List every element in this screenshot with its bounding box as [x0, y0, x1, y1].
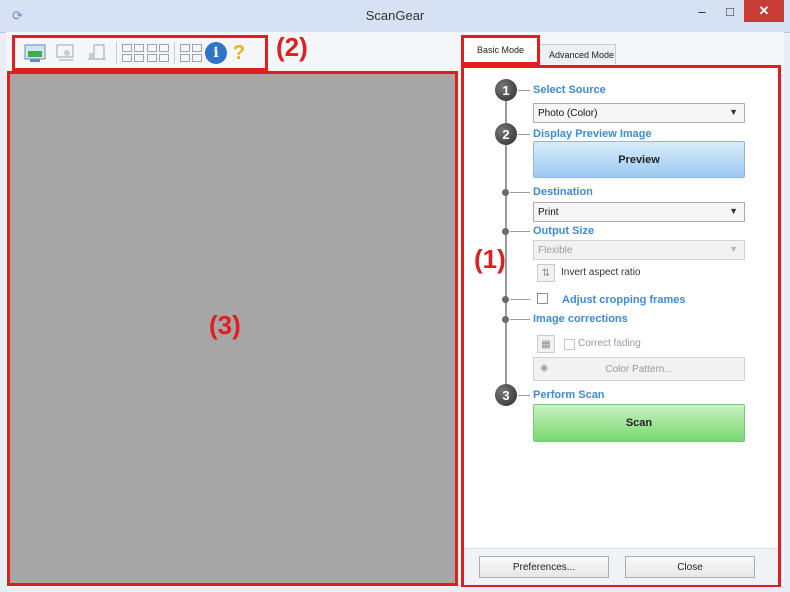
image-corrections-label: Image corrections	[533, 313, 628, 325]
connector	[518, 134, 530, 135]
info-icon[interactable]: i	[205, 42, 227, 64]
toolbar-separator	[116, 42, 117, 64]
source-select-value: Photo (Color)	[538, 107, 598, 119]
source-select[interactable]: Photo (Color) ▼	[533, 103, 745, 123]
output-size-select-value: Flexible	[538, 244, 573, 256]
title-bar[interactable]: ⟳ ScanGear – □ ✕	[0, 0, 790, 33]
step-1-badge: 1	[495, 79, 517, 101]
rotate-icon[interactable]	[83, 42, 111, 64]
connector	[510, 299, 530, 300]
scan-button[interactable]: Scan	[533, 404, 745, 442]
perform-scan-label: Perform Scan	[533, 389, 605, 401]
destination-select-value: Print	[538, 206, 559, 218]
toolbar: i ?	[12, 35, 268, 71]
thumbnail-view-icon[interactable]	[180, 44, 202, 62]
correct-fading-label: Correct fading	[578, 338, 641, 349]
color-pattern-button[interactable]: ◈ Color Pattern...	[533, 357, 745, 381]
maximize-button[interactable]: □	[716, 0, 744, 22]
step-dot	[502, 296, 509, 303]
adjust-cropping-label: Adjust cropping frames	[562, 294, 686, 306]
step-2-badge: 2	[495, 123, 517, 145]
destination-select[interactable]: Print ▼	[533, 202, 745, 222]
step-dot	[502, 228, 509, 235]
callout-preview: (3)	[209, 310, 241, 340]
callout-toolbar: (2)	[276, 32, 308, 62]
preferences-button[interactable]: Preferences...	[479, 556, 609, 578]
close-window-button[interactable]: ✕	[744, 0, 784, 22]
minimize-button[interactable]: –	[688, 0, 716, 22]
chevron-down-icon: ▼	[729, 206, 738, 216]
output-size-select[interactable]: Flexible ▼	[533, 240, 745, 260]
step-dot	[502, 189, 509, 196]
step-3-badge: 3	[495, 384, 517, 406]
window-title: ScanGear	[365, 8, 425, 23]
chevron-down-icon: ▼	[729, 107, 738, 117]
color-pattern-label: Color Pattern...	[605, 363, 673, 375]
chevron-down-icon: ▼	[729, 244, 738, 254]
preview-button[interactable]: Preview	[533, 141, 745, 178]
crop-icon[interactable]	[52, 42, 80, 64]
close-button[interactable]: Close	[625, 556, 755, 578]
correct-fading-checkbox[interactable]	[564, 339, 575, 350]
connector	[510, 231, 530, 232]
grid-view-icon[interactable]	[122, 44, 144, 62]
output-size-label: Output Size	[533, 225, 595, 237]
correct-fading-icon: ▦	[537, 335, 555, 353]
grid-view-alt-icon[interactable]	[147, 44, 169, 62]
destination-label: Destination	[533, 186, 593, 198]
invert-aspect-ratio-label: Invert aspect ratio	[561, 267, 641, 278]
select-source-label: Select Source	[533, 84, 606, 96]
tab-basic-mode[interactable]: Basic Mode	[461, 35, 540, 65]
adjust-cropping-checkbox[interactable]	[537, 293, 548, 304]
color-pattern-icon: ◈	[540, 362, 549, 374]
tab-advanced-mode[interactable]: Advanced Mode	[537, 44, 616, 64]
connector	[518, 90, 530, 91]
toolbar-separator	[174, 42, 175, 64]
invert-aspect-ratio-icon[interactable]: ⇅	[537, 264, 555, 282]
connector	[510, 192, 530, 193]
connector	[510, 319, 530, 320]
help-icon[interactable]: ?	[230, 42, 248, 65]
step-dot	[502, 316, 509, 323]
connector	[518, 395, 530, 396]
display-preview-label: Display Preview Image	[533, 128, 652, 140]
callout-panel: (1)	[474, 244, 506, 274]
select-area-icon[interactable]	[21, 42, 49, 64]
